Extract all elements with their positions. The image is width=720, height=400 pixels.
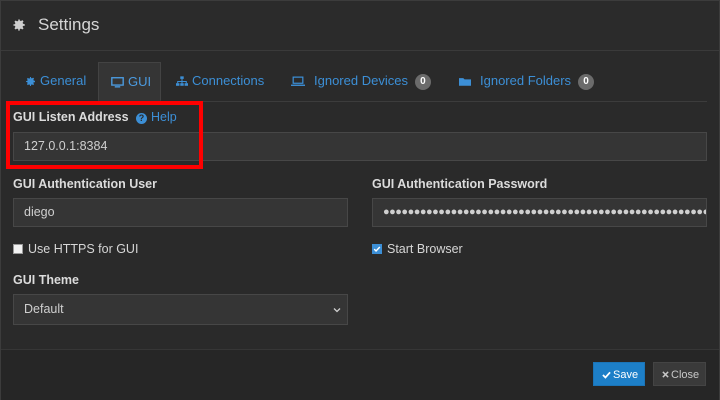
- close-button-label: Close: [671, 369, 700, 381]
- https-checkbox[interactable]: [13, 244, 23, 254]
- start-browser-label: Start Browser: [387, 242, 463, 256]
- save-button[interactable]: Save: [593, 362, 645, 386]
- auth-password-input[interactable]: ●●●●●●●●●●●●●●●●●●●●●●●●●●●●●●●●●●●●●●●●…: [372, 198, 707, 227]
- count-badge: 0: [414, 74, 431, 90]
- tab-label: Connections: [192, 73, 265, 88]
- tab-label: GUI: [128, 74, 152, 89]
- gear-icon: [13, 19, 25, 31]
- tab-ignored-folders[interactable]: Ignored Folders 0: [459, 62, 595, 100]
- dialog-title: Settings: [38, 15, 100, 34]
- close-button[interactable]: Close: [653, 362, 706, 386]
- close-icon: [662, 371, 669, 378]
- count-badge: 0: [578, 74, 595, 90]
- tab-label: Ignored Devices: [314, 73, 408, 88]
- settings-tabs: General GUI Connections Ignored Devices 0…: [13, 62, 707, 102]
- folder-icon: [459, 78, 471, 86]
- tab-ignored-devices[interactable]: Ignored Devices 0: [291, 62, 431, 100]
- auth-password-label: GUI Authentication Password: [372, 177, 548, 191]
- theme-select[interactable]: Default: [13, 294, 348, 325]
- tab-label: Ignored Folders: [480, 73, 572, 88]
- check-icon: [602, 371, 611, 379]
- start-browser-checkbox[interactable]: [372, 244, 382, 254]
- theme-label: GUI Theme: [13, 273, 79, 287]
- tab-general[interactable]: General: [25, 62, 86, 100]
- settings-dialog: Settings General GUI Connections Ignored…: [0, 0, 720, 400]
- save-button-label: Save: [613, 369, 639, 381]
- check-icon: [373, 246, 381, 253]
- theme-select-value: Default: [24, 302, 64, 316]
- gear-icon: [26, 77, 35, 86]
- dialog-header: Settings: [1, 1, 719, 51]
- laptop-icon: [291, 76, 305, 86]
- sitemap-icon: [176, 76, 188, 86]
- auth-user-input[interactable]: diego: [13, 198, 348, 227]
- help-link[interactable]: ? Help: [136, 110, 177, 124]
- tab-connections[interactable]: Connections: [176, 62, 264, 100]
- tab-label: General: [40, 73, 87, 88]
- https-checkbox-row[interactable]: Use HTTPS for GUI: [13, 242, 138, 256]
- auth-user-label: GUI Authentication User: [13, 177, 157, 191]
- https-label: Use HTTPS for GUI: [28, 242, 139, 256]
- listen-address-input[interactable]: 127.0.0.1:8384: [13, 132, 707, 161]
- listen-address-label: GUI Listen Address: [13, 110, 129, 124]
- monitor-icon: [111, 77, 124, 88]
- start-browser-checkbox-row[interactable]: Start Browser: [372, 242, 463, 256]
- help-link-label: Help: [151, 110, 177, 124]
- chevron-down-icon: [333, 308, 341, 313]
- question-circle-icon: ?: [136, 113, 147, 124]
- tab-gui[interactable]: GUI: [98, 62, 161, 101]
